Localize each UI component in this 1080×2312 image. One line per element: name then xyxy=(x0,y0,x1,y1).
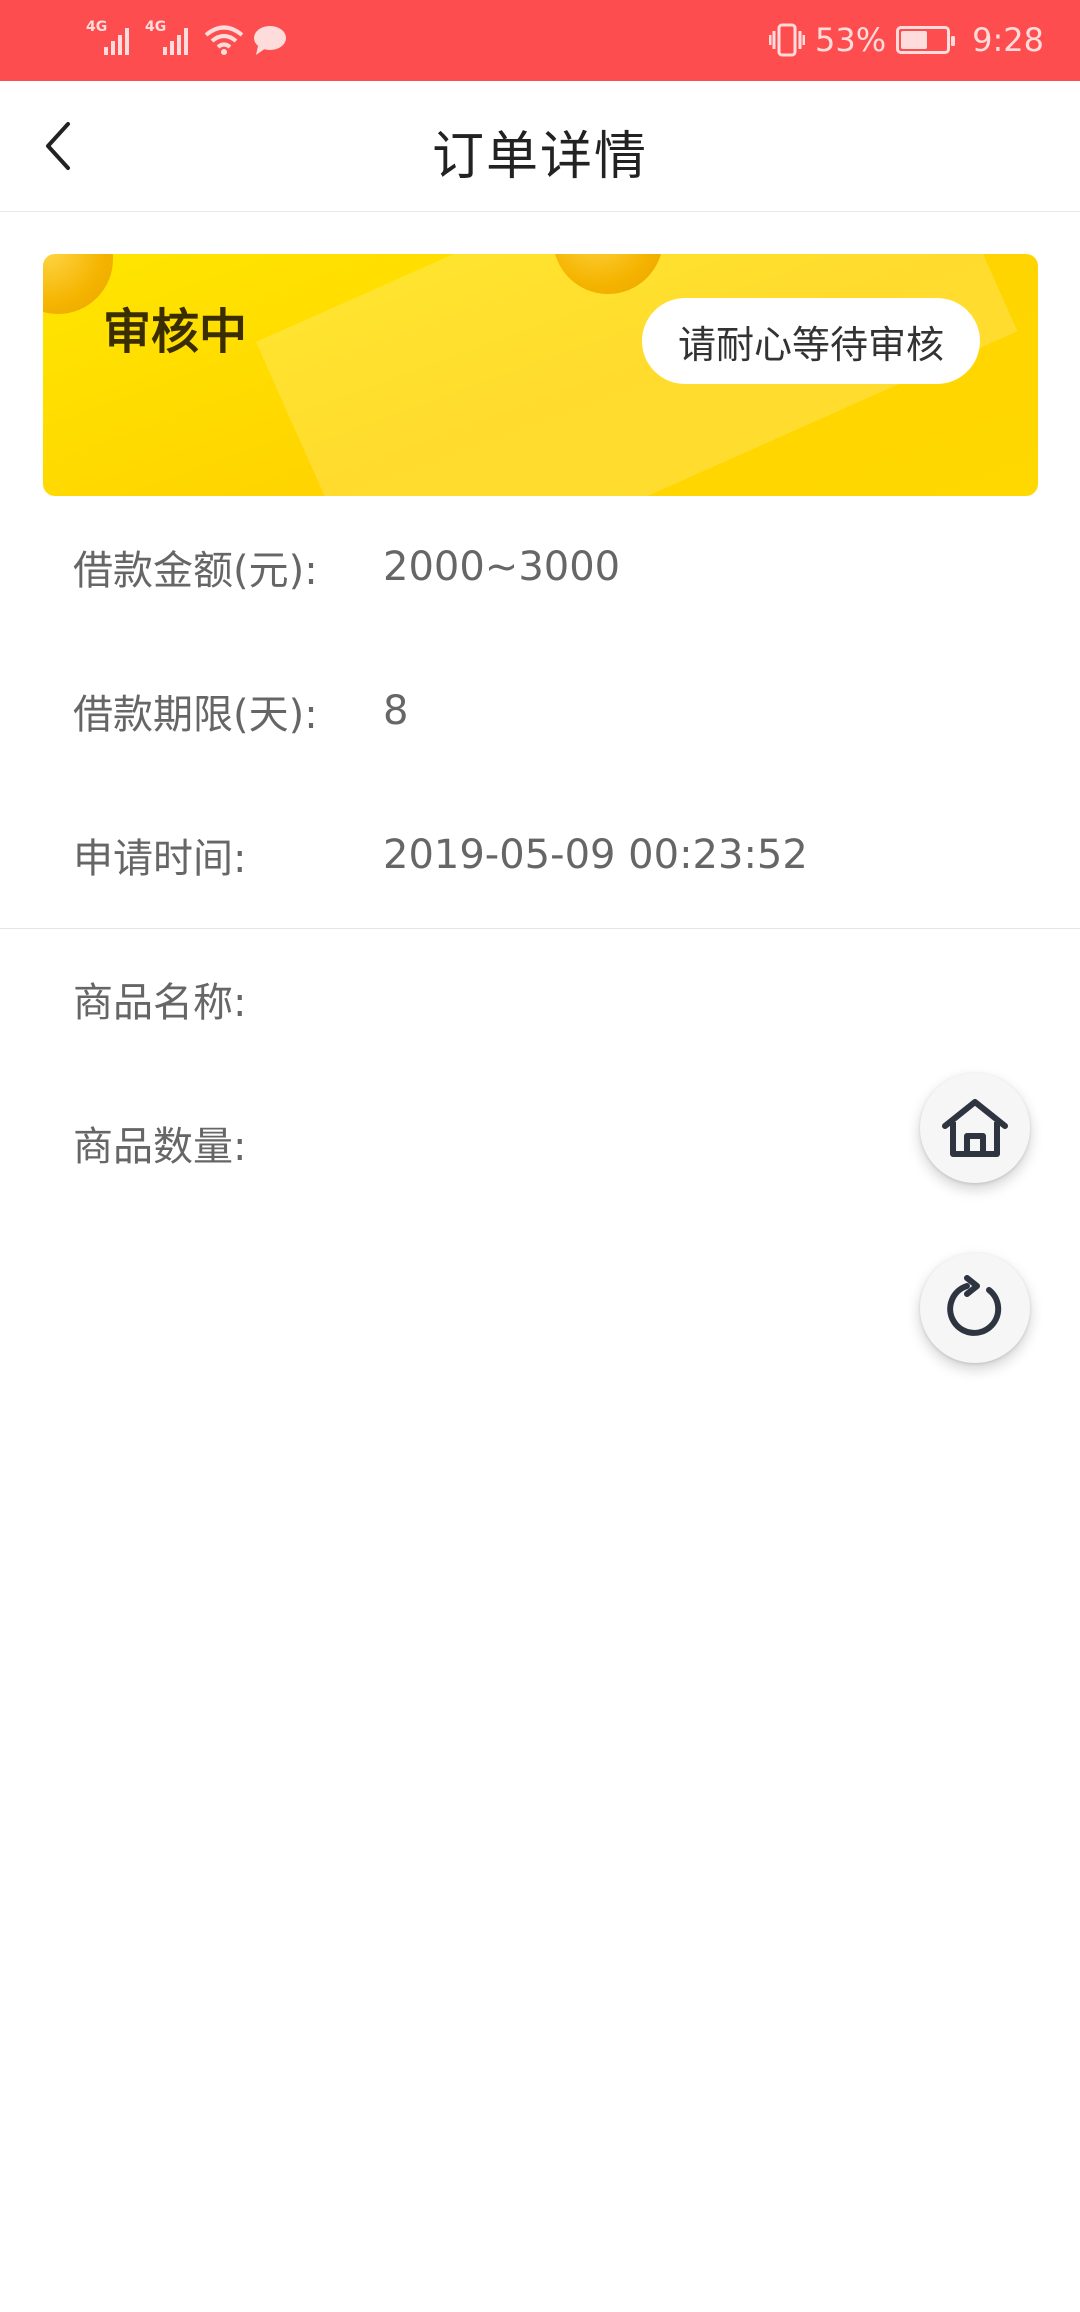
status-left-icons: 4G 4G xyxy=(86,19,288,60)
refresh-icon xyxy=(947,1275,1002,1336)
product-name-row: 商品名称: xyxy=(73,969,383,1029)
section-divider xyxy=(0,928,1080,929)
apply-time-value: 2019-05-09 00:23:52 xyxy=(383,832,808,878)
nav-bar: 订单详情 xyxy=(0,81,1080,212)
home-icon xyxy=(942,1099,1008,1157)
status-bar: 4G 4G 53% 9:28 xyxy=(0,0,1080,81)
status-right-icons: 53% 9:28 xyxy=(769,20,1044,60)
refresh-button[interactable] xyxy=(920,1253,1030,1363)
page-title: 订单详情 xyxy=(431,127,648,187)
product-quantity-label: 商品数量: xyxy=(73,1124,247,1170)
signal-icon: 4G xyxy=(145,19,188,55)
wait-review-button[interactable]: 请耐心等待审核 xyxy=(641,298,980,384)
battery-percent: 53% xyxy=(815,21,887,59)
product-name-label: 商品名称: xyxy=(73,980,247,1026)
status-card: 审核中 请耐心等待审核 xyxy=(43,254,1038,496)
message-icon xyxy=(254,26,286,55)
loan-amount-label: 借款金额(元): xyxy=(73,548,318,594)
product-quantity-row: 商品数量: xyxy=(73,1113,383,1173)
review-status-title: 审核中 xyxy=(103,304,248,360)
loan-amount-row: 借款金额(元): 2000~3000 xyxy=(73,537,620,597)
loan-term-label: 借款期限(天): xyxy=(73,692,318,738)
home-button[interactable] xyxy=(920,1073,1030,1183)
wifi-icon xyxy=(204,25,244,55)
network-type-label: 4G xyxy=(86,19,108,35)
battery-icon xyxy=(896,26,956,54)
apply-time-label: 申请时间: xyxy=(73,836,247,882)
loan-amount-value: 2000~3000 xyxy=(383,544,621,590)
vibrate-icon xyxy=(769,23,806,57)
clock: 9:28 xyxy=(972,21,1044,59)
signal-icon: 4G xyxy=(86,19,129,55)
apply-time-row: 申请时间: 2019-05-09 00:23:52 xyxy=(73,825,808,885)
network-type-label: 4G xyxy=(145,19,167,35)
loan-term-row: 借款期限(天): 8 xyxy=(73,681,408,741)
battery-fill xyxy=(901,31,927,49)
loan-term-value: 8 xyxy=(383,688,409,734)
